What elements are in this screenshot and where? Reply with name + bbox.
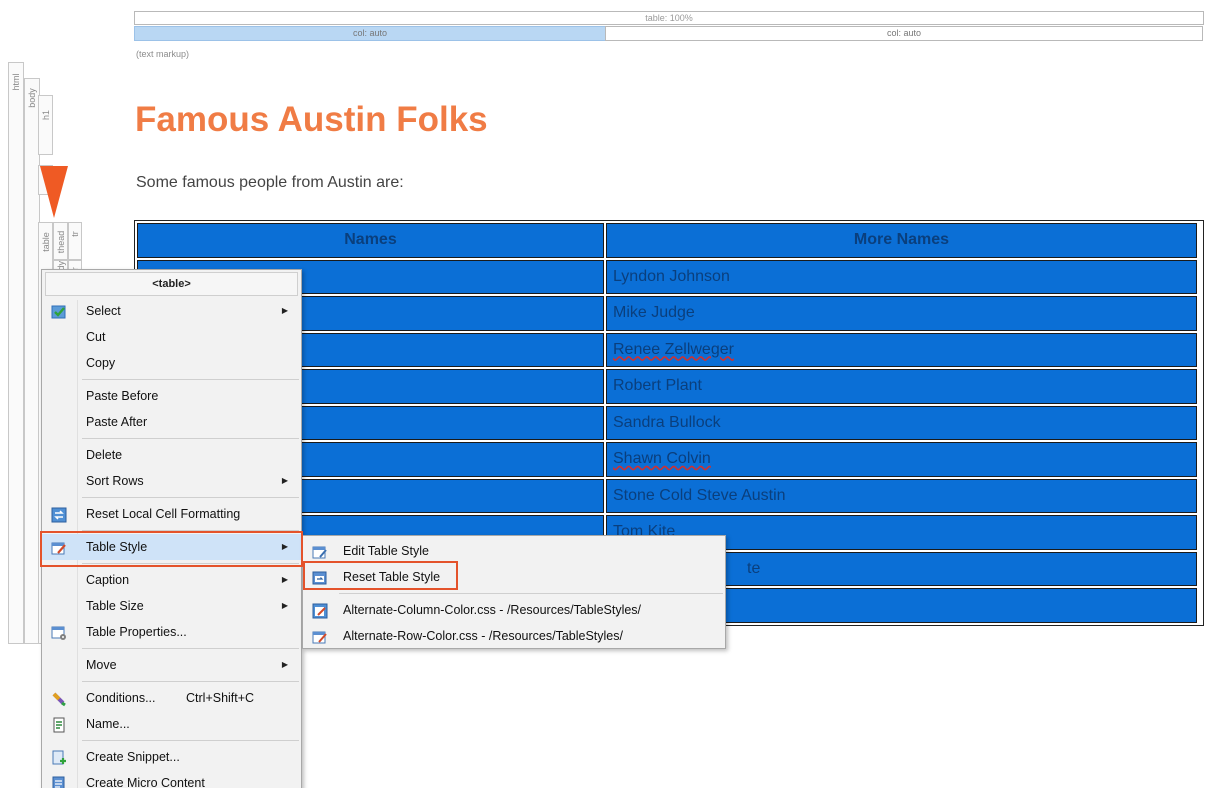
menu-item-paste-after[interactable]: Paste After <box>42 409 301 435</box>
menu-item-label: Select <box>86 304 121 318</box>
table-cell[interactable]: Renee Zellweger <box>606 332 1197 367</box>
menu-item-create-snippet[interactable]: Create Snippet... <box>42 744 301 770</box>
intro-paragraph[interactable]: Some famous people from Austin are: <box>136 174 404 192</box>
structure-bar-tr[interactable]: tr <box>68 222 82 260</box>
menu-item-label: Edit Table Style <box>343 544 429 558</box>
reset-format-icon <box>51 506 67 523</box>
name-icon <box>51 716 67 733</box>
context-menu-header: <table> <box>45 272 298 296</box>
select-check-icon <box>51 303 67 319</box>
table-cell[interactable]: Sandra Bullock <box>606 405 1197 440</box>
menu-item-label: Copy <box>86 356 116 370</box>
menu-item-shortcut: Ctrl+Shift+C <box>186 691 255 705</box>
highlight-reset-table-style <box>303 561 458 590</box>
table-width-ruler[interactable]: table: 100% <box>134 11 1204 25</box>
table-cell[interactable]: Mike Judge <box>606 296 1197 331</box>
column-ruler-col-2[interactable]: col: auto <box>605 26 1203 41</box>
menu-item-label: Reset Local Cell Formatting <box>86 507 241 521</box>
menu-item-copy[interactable]: Copy <box>42 350 301 376</box>
callout-arrow <box>40 166 68 218</box>
highlight-table-style <box>40 531 303 567</box>
table-cell[interactable]: Lyndon Johnson <box>606 259 1197 294</box>
menu-item-alternate-column-color[interactable]: Alternate-Column-Color.css - /Resources/… <box>303 597 725 623</box>
menu-item-label: Conditions... <box>86 691 156 705</box>
page-title[interactable]: Famous Austin Folks <box>135 100 488 140</box>
menu-separator <box>82 740 299 741</box>
menu-item-alternate-row-color[interactable]: Alternate-Row-Color.css - /Resources/Tab… <box>303 623 725 649</box>
menu-item-table-properties[interactable]: Table Properties... <box>42 619 301 645</box>
menu-item-sort-rows[interactable]: Sort Rows ▶ <box>42 468 301 494</box>
menu-item-cut[interactable]: Cut <box>42 324 301 350</box>
snippet-icon <box>51 749 67 765</box>
submenu-arrow-icon: ▶ <box>281 575 288 584</box>
menu-item-label: Alternate-Row-Color.css - /Resources/Tab… <box>343 629 623 643</box>
menu-item-label: Alternate-Column-Color.css - /Resources/… <box>343 603 642 617</box>
table-cell[interactable]: Robert Plant <box>606 369 1197 404</box>
menu-item-reset-local-cell-formatting[interactable]: Reset Local Cell Formatting <box>42 501 301 527</box>
menu-item-paste-before[interactable]: Paste Before <box>42 383 301 409</box>
structure-bar-html[interactable]: html <box>8 62 24 644</box>
table-header-cell[interactable]: More Names <box>606 223 1197 258</box>
menu-item-select[interactable]: Select ▶ <box>42 298 301 324</box>
menu-separator <box>82 438 299 439</box>
column-ruler-col-1[interactable]: col: auto <box>134 26 606 41</box>
menu-item-label: Paste Before <box>86 389 159 403</box>
submenu-arrow-icon: ▶ <box>281 660 288 669</box>
menu-separator <box>339 593 723 594</box>
menu-item-label: Sort Rows <box>86 474 144 488</box>
menu-item-table-size[interactable]: Table Size ▶ <box>42 593 301 619</box>
stylesheet-icon <box>312 628 328 644</box>
table-style-submenu: Edit Table Style Reset Table Style Alter… <box>302 535 726 649</box>
text-markup-label: (text markup) <box>136 49 190 59</box>
menu-item-create-micro-content[interactable]: Create Micro Content <box>42 770 301 788</box>
structure-bar-h1[interactable]: h1 <box>38 95 53 155</box>
menu-separator <box>82 379 299 380</box>
menu-item-label: Create Snippet... <box>86 750 180 764</box>
menu-separator <box>82 497 299 498</box>
table-properties-icon <box>51 624 67 640</box>
micro-content-icon <box>51 775 67 788</box>
menu-item-name[interactable]: Name... <box>42 711 301 737</box>
table-header-row: Names More Names <box>136 222 1202 259</box>
menu-item-conditions[interactable]: Conditions... Ctrl+Shift+C <box>42 685 301 711</box>
menu-item-label: Paste After <box>86 415 148 429</box>
structure-bar-thead[interactable]: thead <box>53 222 68 260</box>
menu-separator <box>82 648 299 649</box>
menu-item-label: Table Properties... <box>86 625 187 639</box>
submenu-arrow-icon: ▶ <box>281 601 288 610</box>
menu-item-label: Move <box>86 658 117 672</box>
table-cell[interactable]: Shawn Colvin <box>606 442 1197 477</box>
table-context-menu: <table> Select ▶ Cut Copy Paste Before P… <box>41 269 302 788</box>
stylesheet-icon <box>312 602 328 619</box>
conditions-icon <box>51 690 67 707</box>
menu-item-label: Delete <box>86 448 123 462</box>
menu-item-label: Create Micro Content <box>86 776 205 788</box>
menu-item-label: Caption <box>86 573 130 587</box>
menu-item-label: Table Size <box>86 599 144 613</box>
submenu-arrow-icon: ▶ <box>281 306 288 315</box>
menu-item-label: Cut <box>86 330 106 344</box>
table-cell[interactable]: Stone Cold Steve Austin <box>606 478 1197 513</box>
submenu-arrow-icon: ▶ <box>281 476 288 485</box>
table-header-cell[interactable]: Names <box>137 223 604 258</box>
edit-table-style-icon <box>312 543 328 559</box>
menu-separator <box>82 681 299 682</box>
column-ruler: col: auto col: auto <box>134 26 1204 41</box>
menu-item-delete[interactable]: Delete <box>42 442 301 468</box>
menu-item-label: Name... <box>86 717 130 731</box>
menu-item-caption[interactable]: Caption ▶ <box>42 567 301 593</box>
menu-item-move[interactable]: Move ▶ <box>42 652 301 678</box>
